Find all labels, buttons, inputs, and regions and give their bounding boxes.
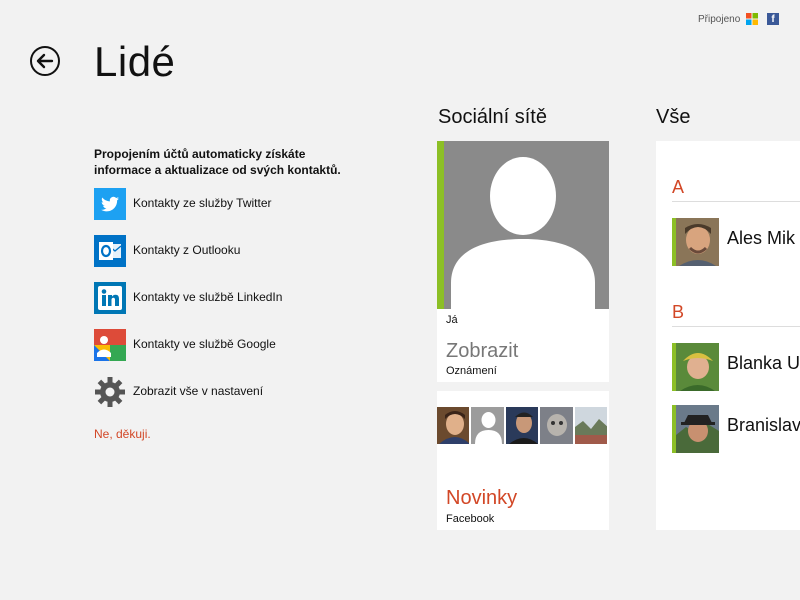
back-button[interactable] [30, 46, 60, 76]
outlook-contacts-label: Kontakty z Outlooku [133, 243, 241, 257]
news-photo [540, 407, 573, 444]
person-placeholder-icon [451, 157, 595, 309]
connected-label: Připojeno [698, 14, 741, 25]
linkedin-contacts-link[interactable]: Kontakty ve službě LinkedIn [94, 282, 374, 314]
whats-new-source: Facebook [446, 513, 495, 525]
me-view-link[interactable]: Zobrazit [446, 340, 518, 363]
group-letter-a[interactable]: A [672, 177, 684, 198]
contact-tile[interactable]: Ales Mik [672, 218, 800, 266]
news-photo [574, 407, 608, 444]
microsoft-account-icon[interactable] [746, 13, 758, 25]
avatar [676, 343, 719, 391]
news-photo [471, 407, 504, 444]
whats-new-tile[interactable]: Novinky Facebook [437, 391, 609, 530]
twitter-contacts-link[interactable]: Kontakty ze služby Twitter [94, 188, 374, 220]
presence-bar [437, 141, 444, 309]
google-contacts-link[interactable]: Kontakty ve službě Google [94, 329, 374, 361]
me-notifications-label: Oznámení [446, 365, 497, 377]
linkedin-icon [94, 282, 126, 314]
whats-new-title: Novinky [446, 487, 518, 509]
connect-intro-text: Propojením účtů automaticky získáte info… [94, 147, 341, 177]
contact-tile[interactable]: Branislav [672, 405, 800, 453]
twitter-icon [94, 188, 126, 220]
contact-tile[interactable]: Blanka U [672, 343, 800, 391]
divider [672, 326, 800, 327]
contact-name: Blanka U [727, 353, 800, 373]
google-icon [94, 329, 126, 361]
show-all-settings-label: Zobrazit vše v nastavení [133, 384, 264, 398]
me-tile[interactable]: Já Zobrazit Oznámení [437, 141, 609, 382]
outlook-icon [94, 235, 126, 267]
no-thanks-link[interactable]: Ne, děkuji. [94, 427, 151, 441]
page-title: Lidé [94, 38, 176, 85]
outlook-contacts-link[interactable]: Kontakty z Outlooku [94, 235, 374, 267]
facebook-account-icon[interactable]: f [767, 13, 779, 25]
gear-icon [95, 377, 125, 407]
avatar [676, 218, 719, 266]
back-arrow-icon [36, 53, 54, 69]
linkedin-contacts-label: Kontakty ve službě LinkedIn [133, 290, 283, 304]
group-letter-b[interactable]: B [672, 302, 684, 323]
all-contacts-panel: A Ales Mik B Blanka U Branislav [656, 141, 800, 530]
social-networks-heading[interactable]: Sociální sítě [438, 106, 547, 129]
show-all-settings-link[interactable]: Zobrazit vše v nastavení [94, 376, 374, 408]
contact-name: Branislav [727, 415, 800, 435]
contact-name: Ales Mik [727, 228, 796, 248]
avatar [676, 405, 719, 453]
twitter-contacts-label: Kontakty ze služby Twitter [133, 196, 272, 210]
news-photo [437, 407, 470, 444]
all-contacts-heading[interactable]: Vše [656, 106, 690, 129]
me-name: Já [446, 314, 458, 326]
news-photo-strip [437, 407, 609, 444]
google-contacts-label: Kontakty ve službě Google [133, 337, 276, 351]
me-avatar [437, 141, 609, 309]
news-photo [505, 407, 539, 444]
divider [672, 201, 800, 202]
